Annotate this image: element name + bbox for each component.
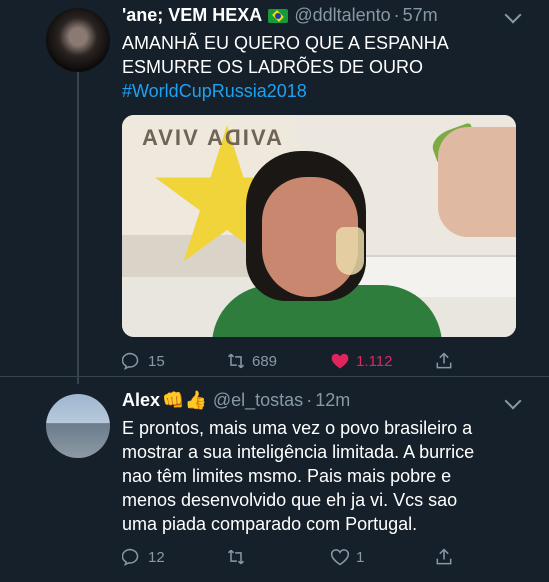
share-icon [436,548,452,565]
like-button[interactable]: 1.112 [330,351,392,371]
reply-count: 12 [148,548,165,566]
username-handle[interactable]: @ddltalento [294,5,390,26]
chevron-down-icon[interactable] [504,6,522,24]
reply-icon [122,352,139,370]
display-name[interactable]: 'ane; VEM HEXA [122,5,262,26]
display-name[interactable]: Alex [122,390,160,411]
reply-icon [122,548,139,566]
separator-dot: · [393,5,400,25]
tweet-actions: 15 689 1.112 [122,351,462,375]
reply-button[interactable]: 15 [122,351,165,371]
tweet-text-line: AMANHÃ EU QUERO QUE A ESPANHA [122,33,449,53]
share-button[interactable] [434,547,454,567]
chevron-down-icon[interactable] [504,392,522,410]
tweet-text: E prontos, mais uma vez o povo brasileir… [122,416,474,536]
media-sign-text: AVIDA VIVA [140,125,282,150]
like-count: 1.112 [356,352,393,370]
retweet-icon [227,353,245,369]
separator-dot: · [306,390,313,410]
username-handle[interactable]: @el_tostas [213,390,303,411]
share-icon [436,352,452,369]
media-hand [438,127,516,237]
timestamp[interactable]: 12m [315,390,350,411]
timestamp[interactable]: 57m [403,5,438,26]
tweet-text-line: nao têm limites msmo. Pais mais pobre e [122,466,452,486]
retweet-button[interactable] [226,547,252,567]
like-count: 1 [356,548,365,566]
tweet-text: AMANHÃ EU QUERO QUE A ESPANHA ESMURRE OS… [122,31,449,103]
tweet-header: Alex 👊👍 @el_tostas · 12m [122,390,350,411]
reply-count: 15 [148,352,165,370]
heart-filled-icon [331,353,349,369]
retweet-button[interactable]: 689 [226,351,277,371]
heart-outline-icon [330,549,350,566]
thread-connector-line [77,70,79,384]
avatar[interactable] [46,8,110,72]
name-emojis: 👊👍 [162,390,207,410]
tweet-text-line: mostrar a sua inteligência limitada. A b… [122,442,475,462]
share-button[interactable] [434,351,454,371]
tweet-text-line: ESMURRE OS LADRÕES DE OURO [122,57,424,77]
tweet-media-image[interactable]: AVIDA VIVA [122,115,516,337]
tweet-text-line: menos desenvolvido que eh ja vi. Vcs sao [122,490,458,510]
tweet-text-line: uma piada comparado com Portugal. [122,514,418,534]
retweet-count: 689 [252,352,278,370]
like-button[interactable]: 1 [330,547,364,567]
tweet-actions: 12 1 [122,547,462,571]
reply-button[interactable]: 12 [122,547,165,567]
hashtag-link[interactable]: #WorldCupRussia2018 [122,79,449,103]
tweet-divider [0,376,549,377]
tweet-text-line: E prontos, mais uma vez o povo brasileir… [122,418,473,438]
media-wine-glass [336,227,364,275]
retweet-icon [227,549,245,565]
avatar[interactable] [46,394,110,458]
brazil-flag-icon [268,8,289,23]
tweet-header: 'ane; VEM HEXA @ddltalento · 57m [122,5,438,26]
